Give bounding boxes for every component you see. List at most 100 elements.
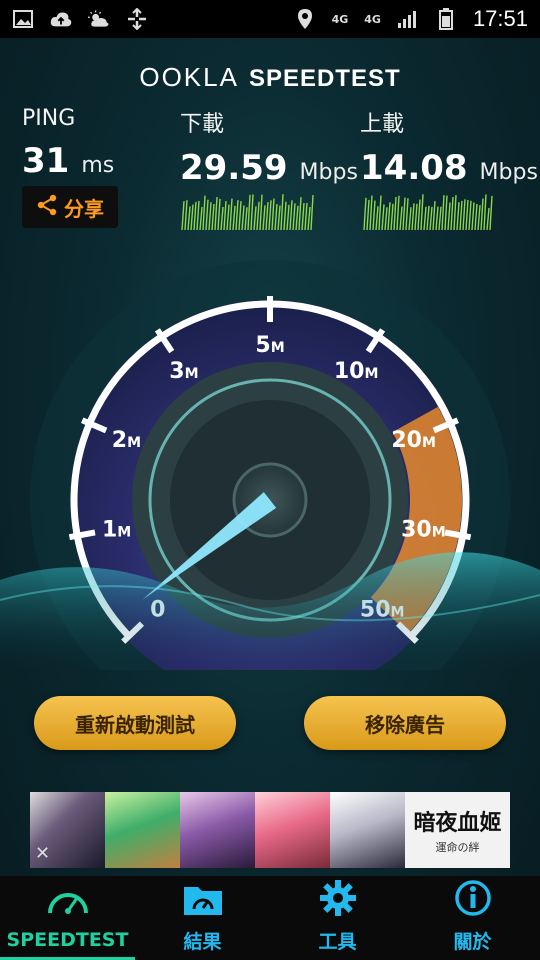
speed-graph-bar: [205, 199, 209, 230]
info-icon: [454, 879, 492, 921]
speed-graph-bar: [369, 195, 373, 230]
tab-results[interactable]: 結果: [135, 876, 270, 960]
status-bar-left: [12, 8, 148, 30]
speed-graph-bar: [378, 195, 382, 230]
tab-about-label: 關於: [453, 931, 492, 953]
gear-icon: [319, 879, 357, 921]
speed-graph-bar: [301, 203, 305, 230]
sync-arrows-icon: [126, 8, 148, 30]
speed-graph-bar: [238, 201, 242, 230]
location-icon: [294, 8, 316, 30]
download-speed-graph: [180, 192, 316, 230]
weather-icon: [88, 8, 110, 30]
ping-value: 31: [22, 141, 70, 181]
ad-close-icon[interactable]: ✕: [35, 843, 50, 864]
upload-speed-graph: [362, 192, 496, 230]
speed-graph-bar: [217, 198, 221, 230]
speed-graph-bar: [268, 200, 272, 230]
tab-results-label: 結果: [183, 931, 222, 953]
speed-graph-bar: [474, 203, 478, 230]
speed-graph-bar: [483, 194, 487, 230]
speed-graph-bar: [199, 206, 203, 230]
speed-graph-bar: [375, 206, 379, 230]
speed-graph-bar: [384, 207, 388, 230]
speed-graph-bar: [438, 206, 442, 230]
speed-graph-bar: [480, 198, 484, 230]
speed-graph-bar: [429, 206, 433, 230]
speed-graph-bar: [286, 204, 290, 230]
speed-graph-bar: [262, 205, 266, 230]
speed-graph-bar: [214, 197, 218, 230]
download-label: 下載: [180, 112, 225, 137]
ping-unit: ms: [81, 153, 115, 178]
cloud-upload-icon: [50, 8, 72, 30]
speed-graph-bar: [393, 196, 397, 230]
speed-graph-bar: [235, 200, 239, 230]
speed-graph-bar: [211, 203, 215, 230]
tab-speedtest-label: SPEEDTEST: [6, 929, 129, 951]
app-brand-header: OOKLA SPEEDTEST: [0, 62, 540, 93]
ad-game-title: 暗夜血姬: [413, 810, 502, 836]
speed-graph-bar: [274, 204, 278, 230]
speed-graph-bar: [486, 207, 490, 230]
speed-graph-bar: [229, 198, 233, 230]
tab-tools[interactable]: 工具: [270, 876, 405, 960]
network-type-label-1: 4G: [331, 12, 349, 26]
speed-graph-bar: [277, 205, 281, 230]
speed-graph-bar: [363, 197, 367, 230]
tab-about[interactable]: 關於: [405, 876, 540, 960]
ad-character-image-2: [105, 792, 180, 868]
speed-graph-bar: [295, 205, 299, 230]
upload-result: 上載 14.08 Mbps: [360, 106, 538, 188]
status-bar-right: 4G 4G 17:51: [294, 6, 528, 32]
upload-unit: Mbps: [479, 160, 538, 185]
upload-label: 上載: [360, 112, 405, 137]
upload-value: 14.08: [360, 148, 468, 188]
speed-graph-bar: [190, 204, 194, 230]
speed-graph-bar: [202, 195, 206, 230]
download-result: 下載 29.59 Mbps: [180, 106, 358, 188]
speed-graph-bar: [271, 198, 275, 230]
speed-graph-bar: [420, 194, 424, 230]
speed-graph-bar: [432, 201, 436, 230]
battery-icon: [435, 8, 457, 30]
speed-graph-bar: [181, 201, 185, 230]
speed-graph-bar: [256, 201, 260, 230]
speed-graph-bar: [226, 204, 230, 230]
results-folder-icon: [182, 881, 224, 921]
remove-ads-button[interactable]: 移除廣告: [304, 696, 506, 750]
speed-graph-bar: [208, 202, 212, 230]
speed-graph-bar: [304, 203, 308, 230]
speed-graph-bar: [310, 194, 314, 230]
download-value: 29.59: [180, 148, 288, 188]
speed-graph-bar: [366, 199, 370, 230]
tab-speedtest[interactable]: SPEEDTEST: [0, 876, 135, 960]
speed-graph-bar: [408, 207, 412, 230]
status-bar: 4G 4G 17:51: [0, 0, 540, 38]
ping-result: PING 31 ms: [22, 106, 114, 181]
speed-graph-bar: [184, 200, 188, 230]
speed-graph-bar: [450, 197, 454, 230]
speed-graph-bar: [193, 201, 197, 230]
speed-graph-bar: [477, 205, 481, 230]
ookla-logo-text: OOKLA: [139, 62, 239, 92]
speed-graph-bar: [220, 206, 224, 230]
speed-graph-bar: [289, 200, 293, 230]
image-icon: [12, 8, 34, 30]
speed-graph-bar: [372, 200, 376, 230]
speed-graph-bar: [459, 200, 463, 230]
share-button[interactable]: 分享: [22, 186, 118, 228]
ad-character-image-5: [330, 792, 405, 868]
speed-graph-bar: [465, 199, 469, 230]
tab-tools-label: 工具: [318, 931, 357, 953]
speed-graph-bar: [187, 206, 191, 230]
speed-graph-bar: [283, 201, 287, 230]
speedtest-logo-text: SPEEDTEST: [248, 65, 401, 92]
speed-graph-bar: [241, 205, 245, 230]
share-label: 分享: [64, 196, 104, 221]
speed-graph-bar: [259, 194, 263, 230]
speed-graph-bar: [381, 204, 385, 230]
restart-test-button[interactable]: 重新啟動測試: [34, 696, 236, 750]
ad-character-image-1: ✕: [30, 792, 105, 868]
ad-banner[interactable]: ✕ 暗夜血姬 運命の絆: [30, 792, 510, 868]
